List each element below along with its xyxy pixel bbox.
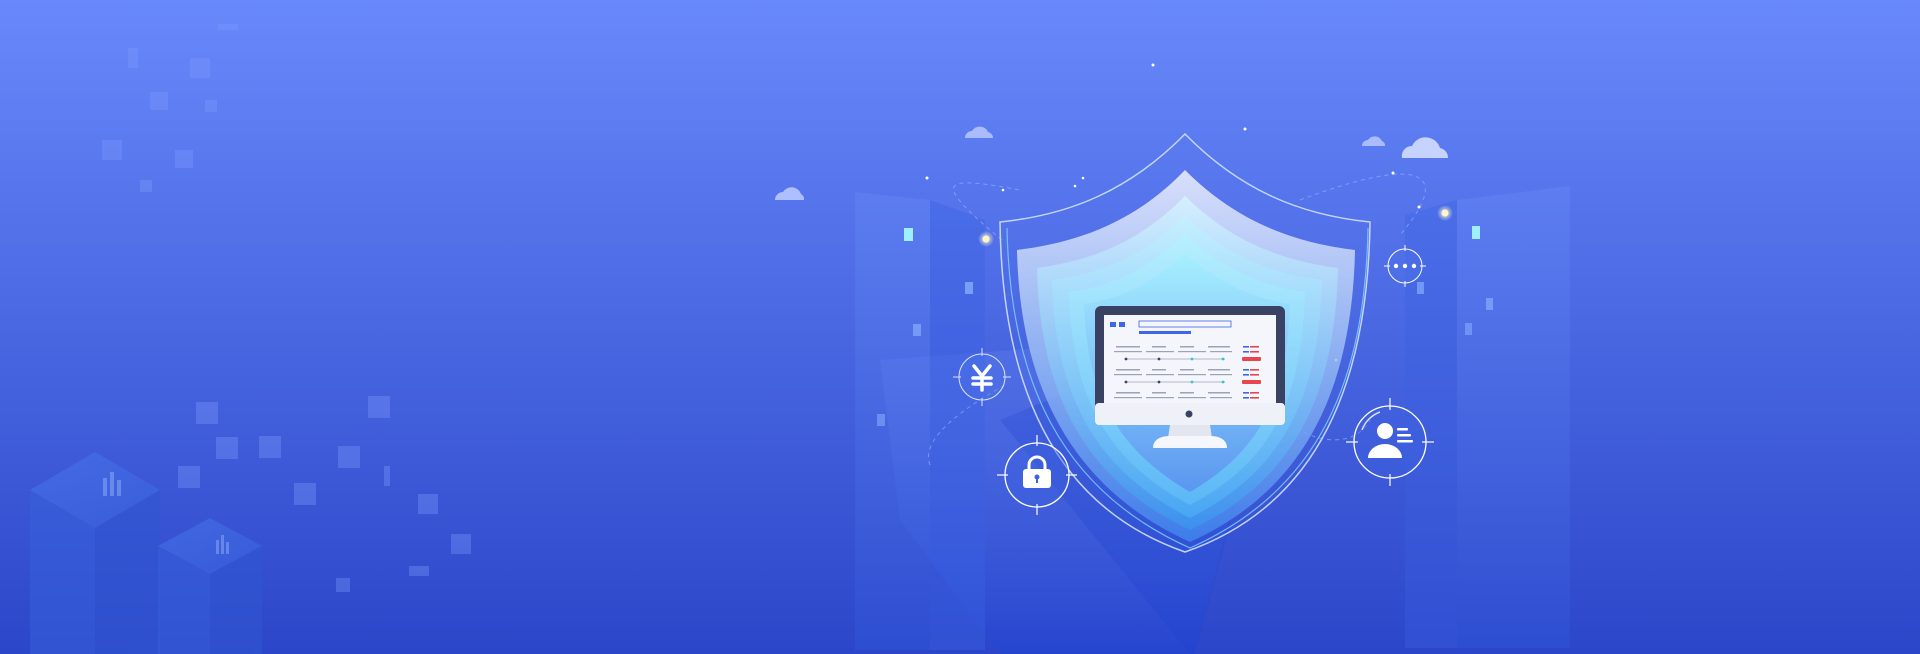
glow-dot [1441, 209, 1449, 217]
hero-banner [0, 0, 1920, 654]
glow-dot [982, 235, 990, 243]
isometric-cube-icon [158, 518, 262, 654]
banner-illustration [0, 0, 1920, 654]
isometric-cube-icon [30, 452, 160, 654]
